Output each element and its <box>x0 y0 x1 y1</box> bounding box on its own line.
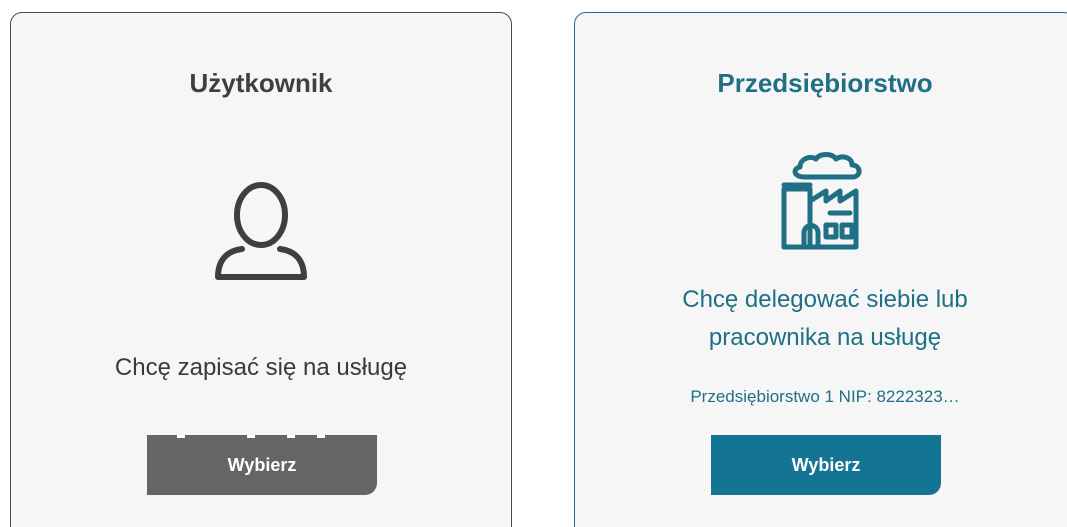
company-card[interactable]: Przedsiębiorstwo Chcę delegować siebie l… <box>574 12 1067 527</box>
user-card[interactable]: Użytkownik Chcę zapisać się na usługę Wy… <box>10 12 512 527</box>
user-icon <box>215 182 307 280</box>
company-select-button-label: Wybierz <box>791 454 861 475</box>
company-description-line-1: Chcę delegować siebie lub <box>682 286 968 313</box>
company-card-title: Przedsiębiorstwo <box>717 68 933 98</box>
user-select-button[interactable]: Wybierz <box>147 435 377 495</box>
user-card-description: Chcę zapisać się na usługę <box>114 354 408 381</box>
company-description-line-2: pracownika na usługę <box>708 324 942 351</box>
company-card-description: Chcę delegować siebie lub pracownika na … <box>682 281 968 357</box>
account-type-selector: Użytkownik Chcę zapisać się na usługę Wy… <box>0 0 1067 527</box>
button-top-marks <box>147 435 377 439</box>
company-select-button[interactable]: Wybierz <box>711 435 941 495</box>
factory-icon <box>781 152 862 250</box>
company-info: Przedsiębiorstwo 1 NIP: 8222323… <box>690 387 960 406</box>
user-card-title: Użytkownik <box>189 68 333 98</box>
user-select-button-label: Wybierz <box>227 454 297 475</box>
